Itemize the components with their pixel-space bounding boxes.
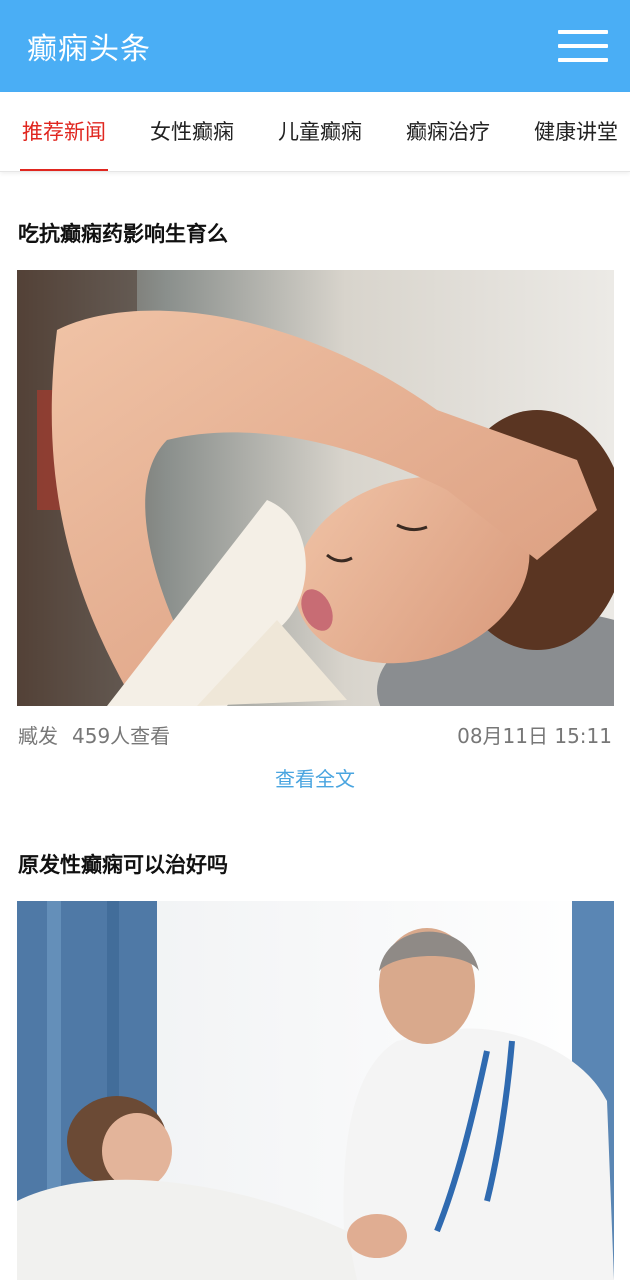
tab-recommended[interactable]: 推荐新闻 — [20, 92, 108, 171]
article-views: 459人查看 — [72, 724, 171, 748]
app-header: 癫痫头条 — [0, 0, 630, 92]
hamburger-menu-icon[interactable] — [558, 28, 608, 64]
read-more-link[interactable]: 查看全文 — [0, 763, 630, 792]
article-date: 08月11日 15:11 — [457, 724, 612, 748]
photo-woman-headache — [17, 270, 614, 706]
app-title: 癫痫头条 — [27, 32, 151, 67]
article-image[interactable] — [17, 270, 614, 706]
article-source: 臧发 — [18, 724, 58, 748]
tab-health-lectures[interactable]: 健康讲堂 — [532, 92, 620, 171]
tab-child-epilepsy[interactable]: 儿童癫痫 — [276, 92, 364, 171]
article-title[interactable]: 吃抗癫痫药影响生育么 — [18, 218, 228, 248]
article-image[interactable] — [17, 901, 614, 1280]
photo-doctor-patient-bedside — [17, 901, 614, 1280]
category-tabs: 推荐新闻 女性癫痫 儿童癫痫 癫痫治疗 健康讲堂 — [0, 92, 630, 172]
article-meta: 臧发 459人查看 — [18, 720, 170, 749]
tab-epilepsy-treatment[interactable]: 癫痫治疗 — [404, 92, 492, 171]
article-title[interactable]: 原发性癫痫可以治好吗 — [18, 849, 228, 879]
tab-female-epilepsy[interactable]: 女性癫痫 — [148, 92, 236, 171]
